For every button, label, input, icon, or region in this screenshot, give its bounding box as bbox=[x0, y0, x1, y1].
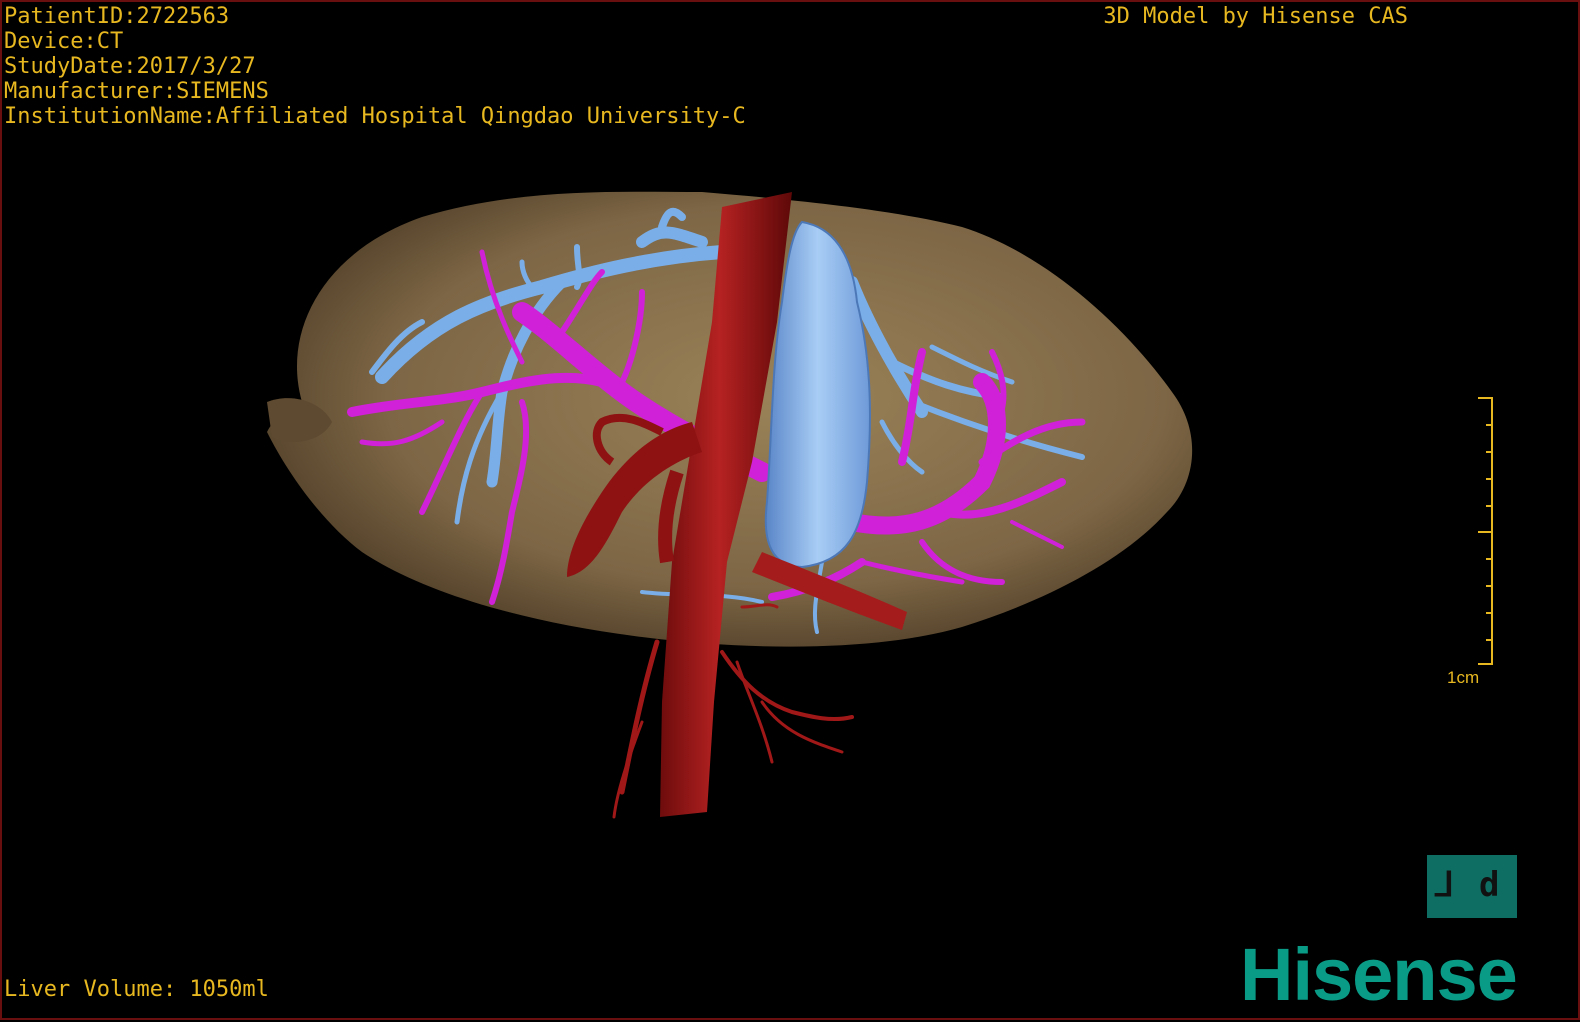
render-viewport[interactable]: PatientID:2722563 Device:CT StudyDate:20… bbox=[0, 0, 1580, 1020]
manufacturer-label: Manufacturer:SIEMENS bbox=[4, 79, 269, 104]
device-label: Device:CT bbox=[4, 29, 124, 54]
hisense-logo: Hisense bbox=[1240, 933, 1518, 1016]
liver-3d-model[interactable] bbox=[2, 2, 1580, 1022]
institution-name: InstitutionName:Affiliated Hospital Qing… bbox=[4, 104, 746, 129]
scale-label: 1cm bbox=[1447, 668, 1480, 687]
study-date: StudyDate:2017/3/27 bbox=[4, 54, 256, 79]
pd-left-glyph: ⅃ bbox=[1435, 865, 1454, 905]
pd-right-glyph: d bbox=[1479, 865, 1500, 905]
model-credit: 3D Model by Hisense CAS bbox=[1103, 4, 1408, 29]
scale-bar bbox=[1478, 397, 1493, 665]
pd-toggle-button[interactable]: ⅃ d bbox=[1427, 855, 1517, 918]
patient-info-overlay: PatientID:2722563 Device:CT StudyDate:20… bbox=[4, 4, 746, 129]
patient-id: PatientID:2722563 bbox=[4, 4, 230, 29]
liver-volume: Liver Volume: 1050ml bbox=[4, 977, 269, 1002]
